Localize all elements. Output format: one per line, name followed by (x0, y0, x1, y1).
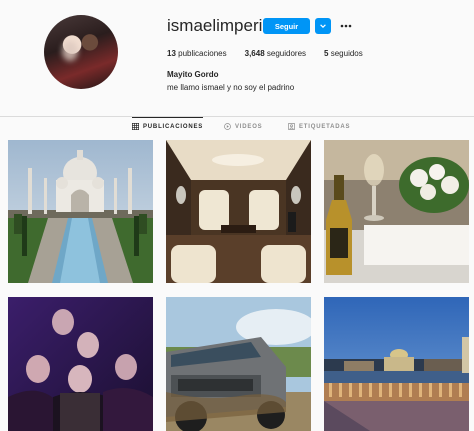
followers-label: seguidores (266, 49, 307, 58)
chevron-down-icon (320, 24, 326, 29)
post-image (324, 297, 469, 431)
post-image (324, 140, 469, 283)
grid-icon (132, 123, 139, 130)
post-thumbnail[interactable] (166, 297, 311, 431)
profile-bio: me llamo ismael y no soy el padrino (167, 83, 295, 92)
suggestions-dropdown-button[interactable] (315, 18, 331, 34)
tab-posts-label: PUBLICACIONES (143, 123, 204, 130)
tab-posts[interactable]: PUBLICACIONES (132, 117, 204, 130)
following-label: seguidos (330, 49, 363, 58)
tab-videos-label: VIDEOS (235, 123, 263, 130)
tab-tagged-label: ETIQUETADAS (299, 123, 351, 130)
profile-full-name: Mayito Gordo (167, 70, 219, 79)
post-thumbnail[interactable] (324, 297, 469, 431)
follow-button[interactable]: Seguir (263, 18, 310, 34)
post-thumbnail[interactable] (8, 140, 153, 283)
tag-icon (288, 123, 295, 130)
tab-videos[interactable]: VIDEOS (224, 123, 262, 130)
post-image (166, 297, 311, 431)
followers-count: 3,648 (244, 49, 265, 58)
profile-header: ismaelimperial Seguir 13 publicaciones 3… (0, 0, 474, 118)
post-thumbnail[interactable] (166, 140, 311, 283)
posts-label: publicaciones (178, 49, 227, 58)
video-icon (224, 123, 231, 130)
posts-stat: 13 publicaciones (167, 49, 227, 58)
post-image (8, 140, 153, 283)
profile-avatar[interactable] (44, 15, 118, 89)
profile-tabs: PUBLICACIONES VIDEOS ETIQUETADAS (0, 117, 474, 139)
post-thumbnail[interactable] (324, 140, 469, 283)
profile-username: ismaelimperial (167, 16, 276, 35)
followers-stat[interactable]: 3,648 seguidores (245, 49, 306, 58)
more-options-button[interactable] (339, 19, 353, 33)
post-image (8, 297, 153, 431)
post-thumbnail[interactable] (8, 297, 153, 431)
posts-count: 13 (167, 49, 176, 58)
profile-stats: 13 publicaciones 3,648 seguidores 5 segu… (167, 49, 381, 58)
more-horizontal-icon (340, 24, 352, 28)
tab-tagged[interactable]: ETIQUETADAS (288, 123, 350, 130)
following-count: 5 (324, 49, 329, 58)
following-stat[interactable]: 5 seguidos (324, 49, 363, 58)
post-image (166, 140, 311, 283)
